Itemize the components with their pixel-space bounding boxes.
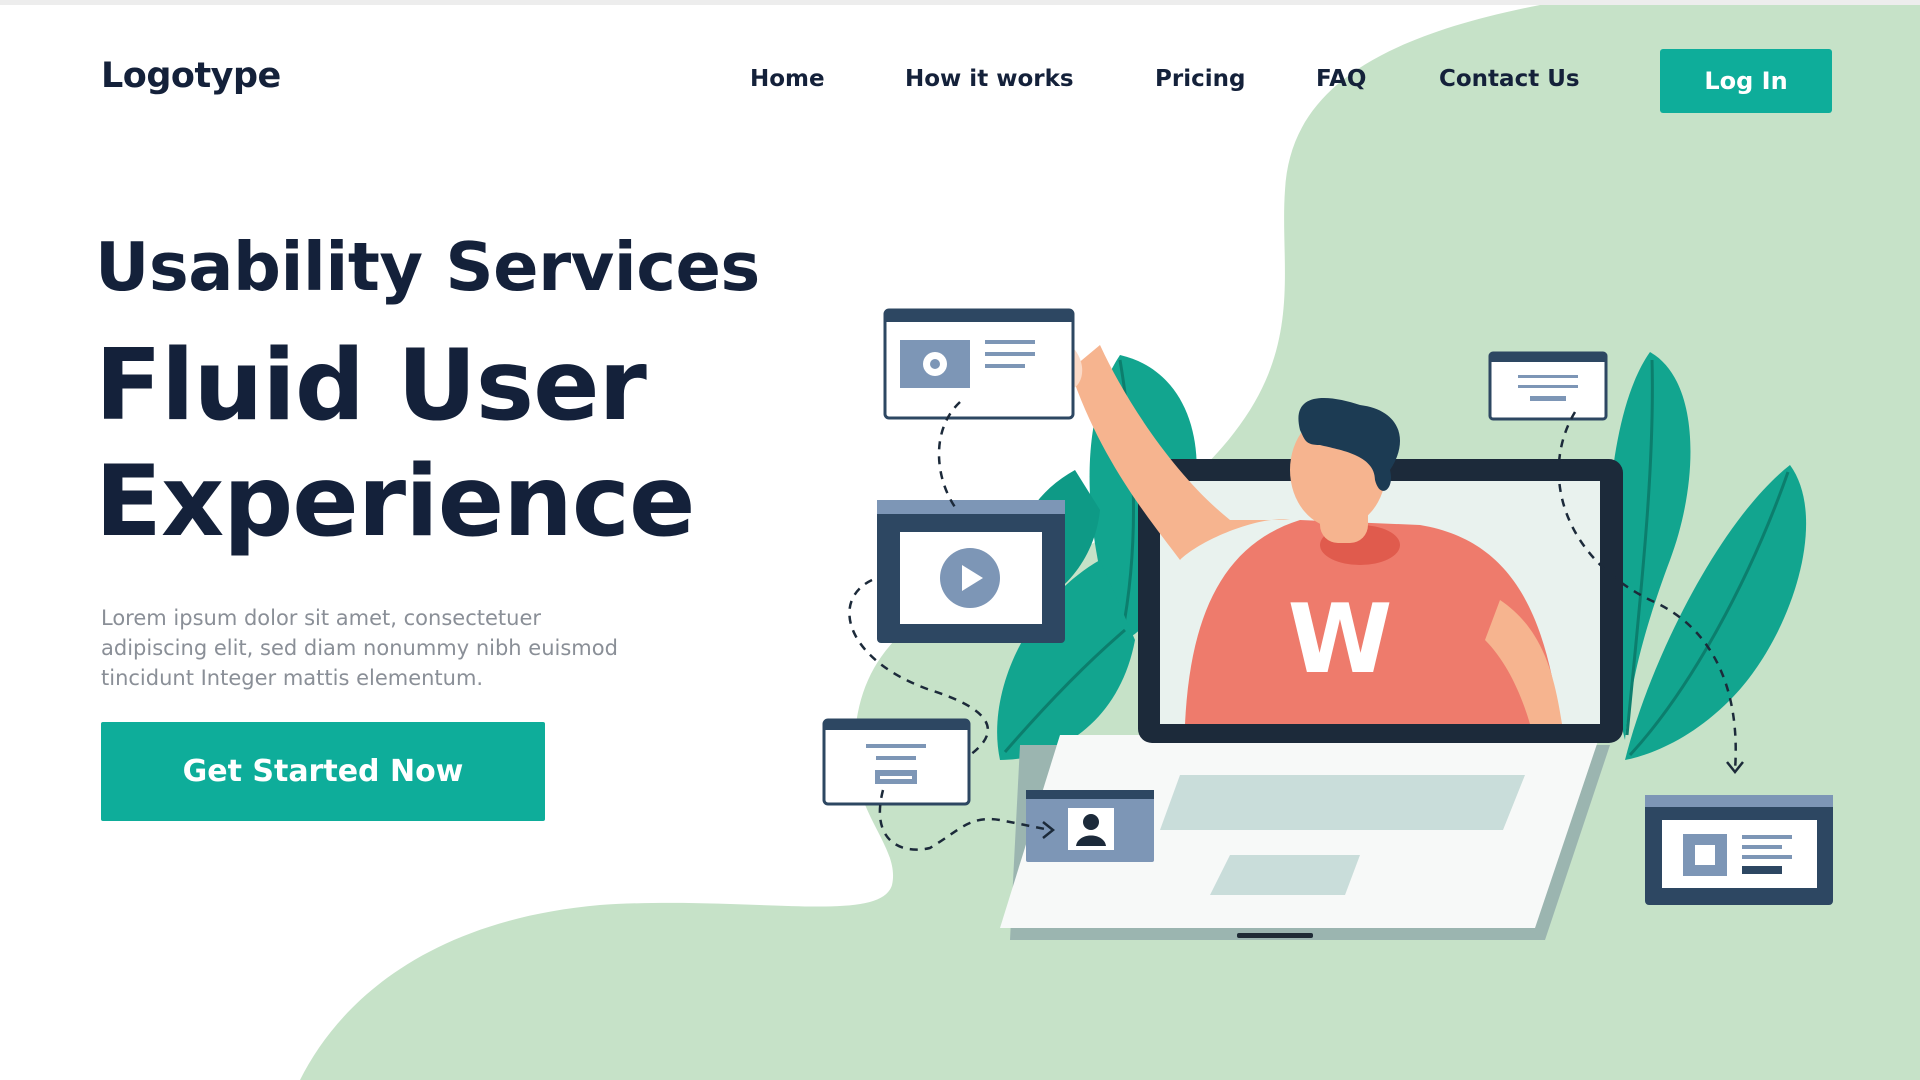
video-player-icon <box>877 500 1065 643</box>
hero-illustration: W <box>822 308 1833 940</box>
shirt-letter: W <box>1288 585 1393 695</box>
login-button[interactable]: Log In <box>1660 49 1832 113</box>
profile-card-icon <box>1026 790 1154 862</box>
nav-contact-us[interactable]: Contact Us <box>1439 66 1580 92</box>
nav-faq[interactable]: FAQ <box>1316 66 1366 92</box>
nav-how-it-works[interactable]: How it works <box>905 66 1074 92</box>
hero-title-line-1: Fluid User <box>95 329 647 443</box>
text-card-icon <box>822 718 971 806</box>
hero-title: Fluid User Experience <box>95 328 815 560</box>
main-nav: Home How it works Pricing FAQ Contact Us <box>0 66 1920 106</box>
hero-description-line: Lorem ipsum dolor sit amet, consectetuer <box>101 606 541 630</box>
hero-subtitle: Usability Services <box>95 228 760 306</box>
hero-title-line-2: Experience <box>95 445 696 559</box>
hero-description: Lorem ipsum dolor sit amet, consectetuer… <box>101 603 641 693</box>
nav-home[interactable]: Home <box>750 66 825 92</box>
leaf-right-icon <box>1607 352 1807 760</box>
document-card-icon <box>1488 351 1608 421</box>
content-card-icon <box>1645 795 1833 905</box>
nav-pricing[interactable]: Pricing <box>1155 66 1245 92</box>
get-started-button[interactable]: Get Started Now <box>101 722 545 821</box>
hero-description-line: tincidunt Integer mattis elementum. <box>101 666 484 690</box>
hero-description-line: adipiscing elit, sed diam nonummy nibh e… <box>101 636 618 660</box>
image-window-icon <box>883 308 1075 420</box>
